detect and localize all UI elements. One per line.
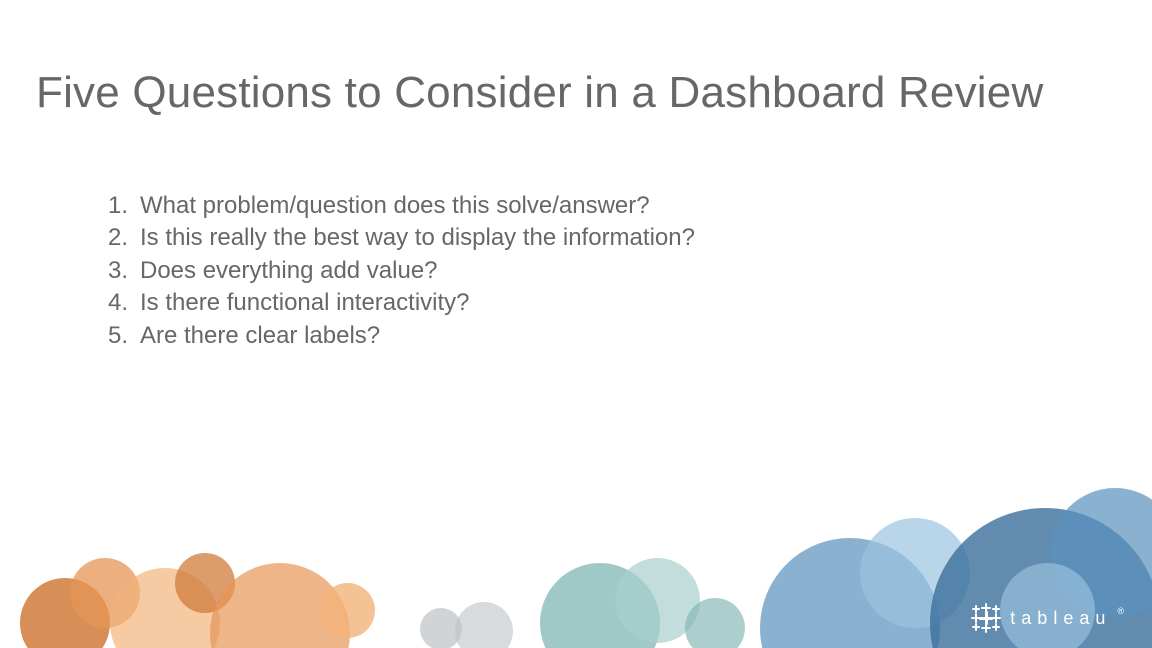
list-item: 2. Is this really the best way to displa… (100, 222, 695, 254)
list-item: 4. Is there functional interactivity? (100, 287, 695, 319)
list-item: 1. What problem/question does this solve… (100, 190, 695, 222)
tableau-logo-text: tableau (1010, 608, 1111, 629)
slide-title: Five Questions to Consider in a Dashboar… (36, 68, 1043, 118)
bubble-icon (615, 558, 700, 643)
bubble-icon (110, 568, 220, 648)
bubble-icon (930, 508, 1152, 648)
list-number: 5. (100, 320, 136, 352)
list-item: 3. Does everything add value? (100, 255, 695, 287)
bubble-icon (760, 538, 940, 648)
list-item: 5. Are there clear labels? (100, 320, 695, 352)
list-text: Is there functional interactivity? (136, 287, 470, 319)
bubble-icon (70, 558, 140, 628)
list-number: 3. (100, 255, 136, 287)
list-number: 4. (100, 287, 136, 319)
bubble-icon (860, 518, 970, 628)
list-text: Is this really the best way to display t… (136, 222, 695, 254)
bubble-icon (1000, 563, 1095, 648)
bubble-icon (420, 608, 462, 648)
registered-mark: ® (1117, 606, 1124, 616)
list-number: 1. (100, 190, 136, 222)
bubble-icon (685, 598, 745, 648)
list-text: Are there clear labels? (136, 320, 380, 352)
bubble-icon (455, 602, 513, 648)
slide: Five Questions to Consider in a Dashboar… (0, 0, 1152, 648)
bubble-icon (20, 578, 110, 648)
list-text: What problem/question does this solve/an… (136, 190, 650, 222)
bubble-icon (1050, 488, 1152, 618)
decorative-bubbles (0, 488, 1152, 648)
tableau-logo: tableau ® (972, 604, 1124, 632)
question-list: 1. What problem/question does this solve… (100, 190, 695, 352)
list-number: 2. (100, 222, 136, 254)
list-text: Does everything add value? (136, 255, 438, 287)
bubble-icon (210, 563, 350, 648)
bubble-icon (540, 563, 660, 648)
bubble-icon (320, 583, 375, 638)
tableau-logo-icon (972, 604, 1000, 632)
bubble-icon (175, 553, 235, 613)
